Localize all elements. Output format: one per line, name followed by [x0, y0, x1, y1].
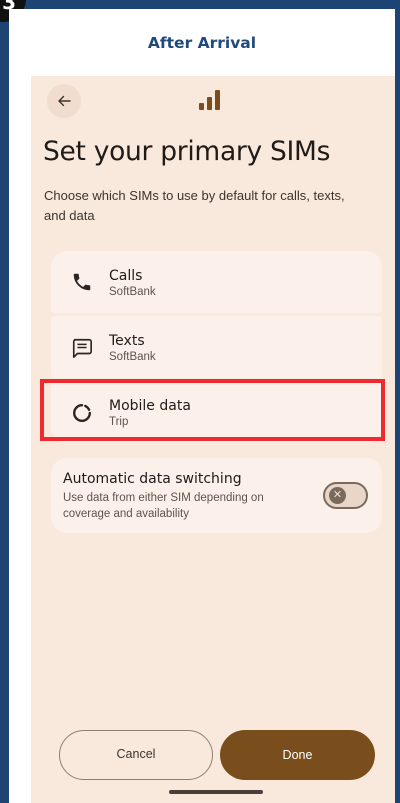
done-button[interactable]: Done	[220, 730, 375, 780]
auto-switch-card[interactable]: Automatic data switching Use data from e…	[51, 458, 382, 533]
page-title: Set your primary SIMs	[43, 136, 331, 167]
home-indicator[interactable]	[169, 790, 263, 794]
texts-title: Texts	[109, 333, 145, 349]
top-frame-bar	[0, 0, 400, 9]
mobile-data-carrier: Trip	[109, 416, 129, 428]
mobile-data-sim-option[interactable]: Mobile data Trip	[51, 381, 382, 443]
calls-carrier: SoftBank	[109, 286, 156, 298]
auto-switch-description: Use data from either SIM depending on co…	[63, 492, 264, 520]
signal-icon	[199, 90, 220, 110]
texts-sim-option[interactable]: Texts SoftBank	[51, 316, 382, 378]
message-icon	[72, 338, 92, 358]
panel-title: After Arrival	[147, 34, 257, 52]
auto-switch-toggle[interactable]: ✕	[323, 482, 368, 509]
instruction-panel: After Arrival Set your primary SIMs Choo…	[9, 9, 395, 803]
calls-sim-option[interactable]: Calls SoftBank	[51, 251, 382, 313]
mobile-data-icon	[73, 404, 91, 422]
phone-icon	[73, 273, 91, 291]
phone-screen: Set your primary SIMs Choose which SIMs …	[31, 76, 395, 803]
page-subtitle: Choose which SIMs to use by default for …	[44, 188, 345, 223]
arrow-left-icon	[58, 95, 71, 107]
texts-carrier: SoftBank	[109, 351, 156, 363]
cancel-button[interactable]: Cancel	[59, 730, 213, 780]
back-button[interactable]	[47, 84, 81, 118]
calls-title: Calls	[109, 268, 143, 284]
mobile-data-title: Mobile data	[109, 398, 191, 414]
auto-switch-title: Automatic data switching	[63, 471, 242, 487]
close-icon: ✕	[329, 487, 346, 504]
